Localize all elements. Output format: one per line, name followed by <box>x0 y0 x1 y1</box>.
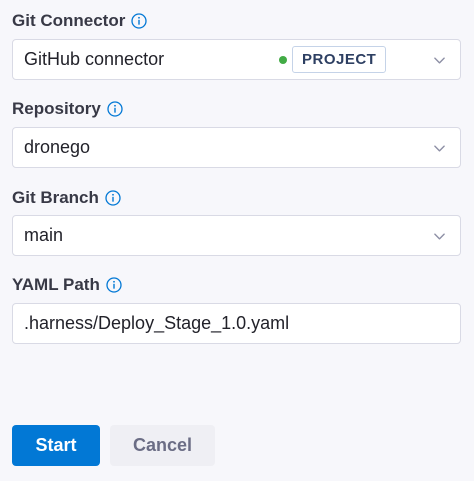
git-connector-select[interactable]: GitHub connector PROJECT <box>12 39 461 80</box>
git-connector-value: GitHub connector <box>24 49 165 69</box>
yaml-path-label: YAML Path <box>12 273 122 297</box>
yaml-path-value: .harness/Deploy_Stage_1.0.yaml <box>24 313 290 333</box>
chevron-down-icon[interactable] <box>433 230 446 243</box>
repository-label: Repository <box>12 97 123 121</box>
info-circle-icon[interactable] <box>106 277 122 293</box>
status-dot <box>279 56 287 64</box>
info-circle-icon[interactable] <box>107 101 123 117</box>
info-circle-icon[interactable] <box>131 13 147 29</box>
git-branch-label: Git Branch <box>12 186 121 210</box>
git-sync-form: Git Connector GitHub connector PROJECT R… <box>0 0 474 481</box>
info-circle-icon[interactable] <box>105 190 121 206</box>
repository-value: dronego <box>24 137 91 157</box>
cancel-button[interactable]: Cancel <box>110 425 215 466</box>
chevron-down-icon[interactable] <box>433 142 446 155</box>
git-connector-label: Git Connector <box>12 9 147 33</box>
chevron-down-icon[interactable] <box>433 54 446 67</box>
git-branch-select[interactable]: main <box>12 215 461 256</box>
yaml-path-input[interactable]: .harness/Deploy_Stage_1.0.yaml <box>12 303 461 344</box>
repository-select[interactable]: dronego <box>12 127 461 168</box>
start-button[interactable]: Start <box>12 425 100 466</box>
git-branch-value: main <box>24 225 64 245</box>
scope-badge: PROJECT <box>292 46 387 73</box>
